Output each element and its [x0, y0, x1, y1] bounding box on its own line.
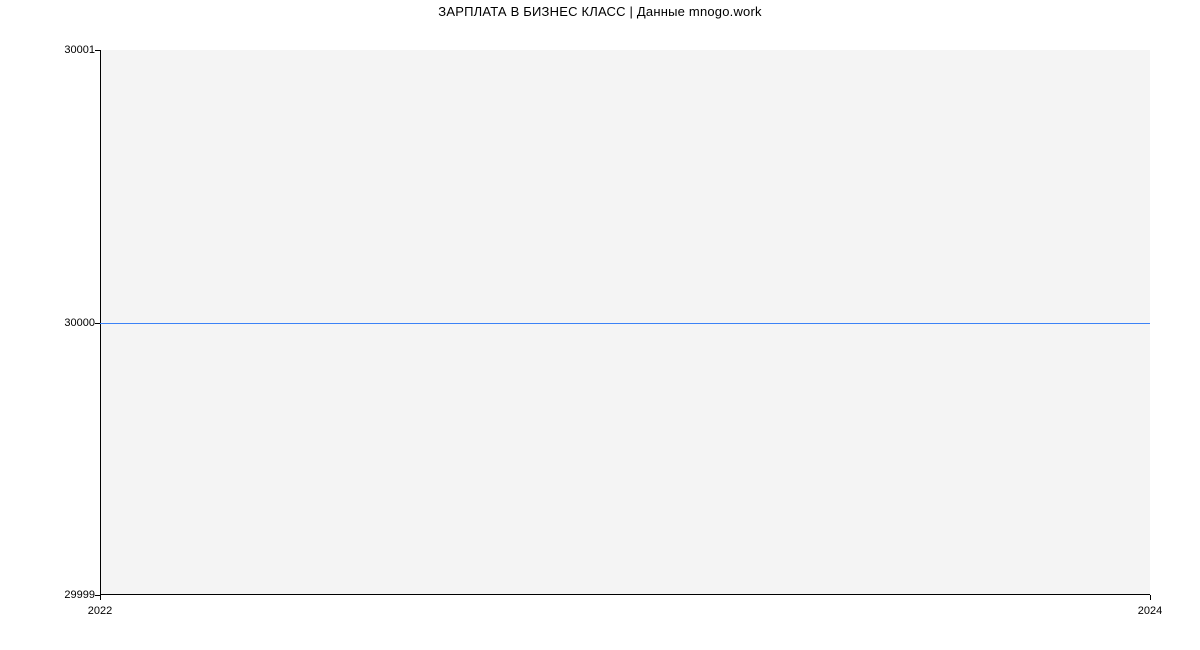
chart-title: ЗАРПЛАТА В БИЗНЕС КЛАСС | Данные mnogo.w…: [0, 4, 1200, 19]
y-tick-mark: [95, 50, 100, 51]
x-tick-mark: [100, 595, 101, 600]
chart-container: ЗАРПЛАТА В БИЗНЕС КЛАСС | Данные mnogo.w…: [0, 0, 1200, 650]
y-tick-label: 30001: [64, 44, 95, 56]
x-tick-label: 2022: [88, 605, 112, 617]
x-tick-mark: [1150, 595, 1151, 600]
x-tick-label: 2024: [1138, 605, 1162, 617]
y-tick-label: 30000: [64, 317, 95, 329]
y-tick-label: 29999: [64, 589, 95, 601]
series-line: [100, 323, 1150, 324]
